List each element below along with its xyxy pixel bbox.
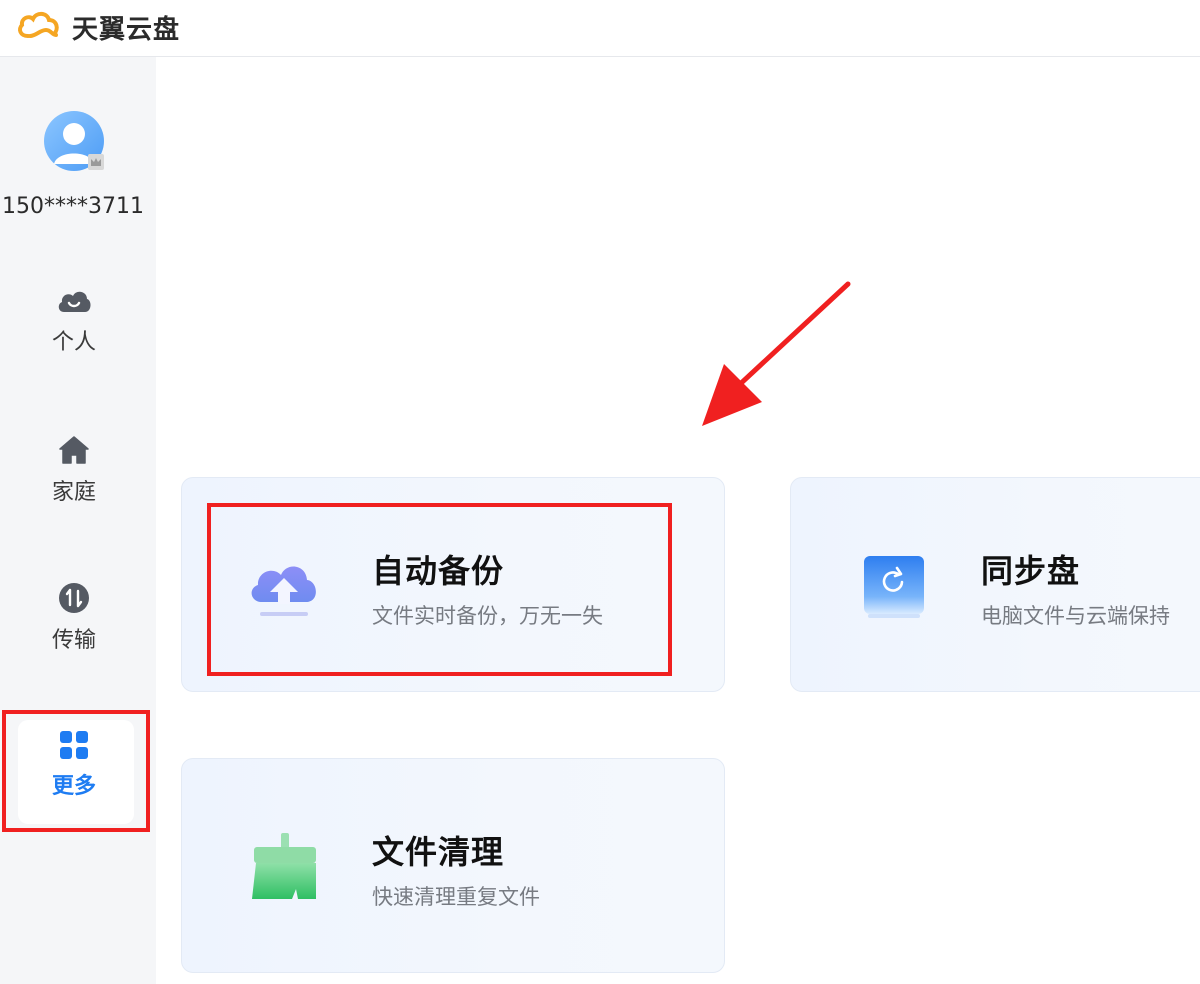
user-phone: 150****3711 <box>2 194 144 219</box>
home-icon <box>59 436 89 464</box>
card-sync-disk[interactable]: 同步盘 电脑文件与云端保持 <box>790 477 1200 692</box>
title-bar: 天翼云盘 <box>0 0 1200 57</box>
sidebar-item-more[interactable]: 更多 <box>0 730 148 800</box>
sidebar-item-transfer[interactable]: 传输 <box>0 582 148 654</box>
grid-icon <box>60 731 88 759</box>
avatar[interactable] <box>43 110 105 172</box>
card-title: 同步盘 <box>981 552 1081 590</box>
annotation-arrow <box>702 281 851 426</box>
card-file-cleanup[interactable]: 文件清理 快速清理重复文件 <box>181 758 725 973</box>
sidebar-item-label: 个人 <box>51 330 96 355</box>
card-title: 文件清理 <box>372 833 505 871</box>
sidebar-item-family[interactable]: 家庭 <box>0 434 148 506</box>
sync-icon <box>864 556 924 618</box>
sidebar-item-personal[interactable]: 个人 <box>0 286 148 356</box>
cloud-logo-icon <box>18 11 59 38</box>
sidebar-item-label: 家庭 <box>51 480 96 505</box>
card-desc: 电脑文件与云端保持 <box>981 604 1170 628</box>
cloud-person-icon <box>58 291 91 312</box>
sidebar-item-label: 更多 <box>51 774 96 799</box>
broom-icon <box>252 833 316 899</box>
app-title: 天翼云盘 <box>72 15 181 45</box>
annotation-box-auto-backup <box>207 503 672 676</box>
card-desc: 快速清理重复文件 <box>372 885 540 909</box>
sidebar-item-label: 传输 <box>51 628 96 653</box>
transfer-icon <box>59 583 89 613</box>
